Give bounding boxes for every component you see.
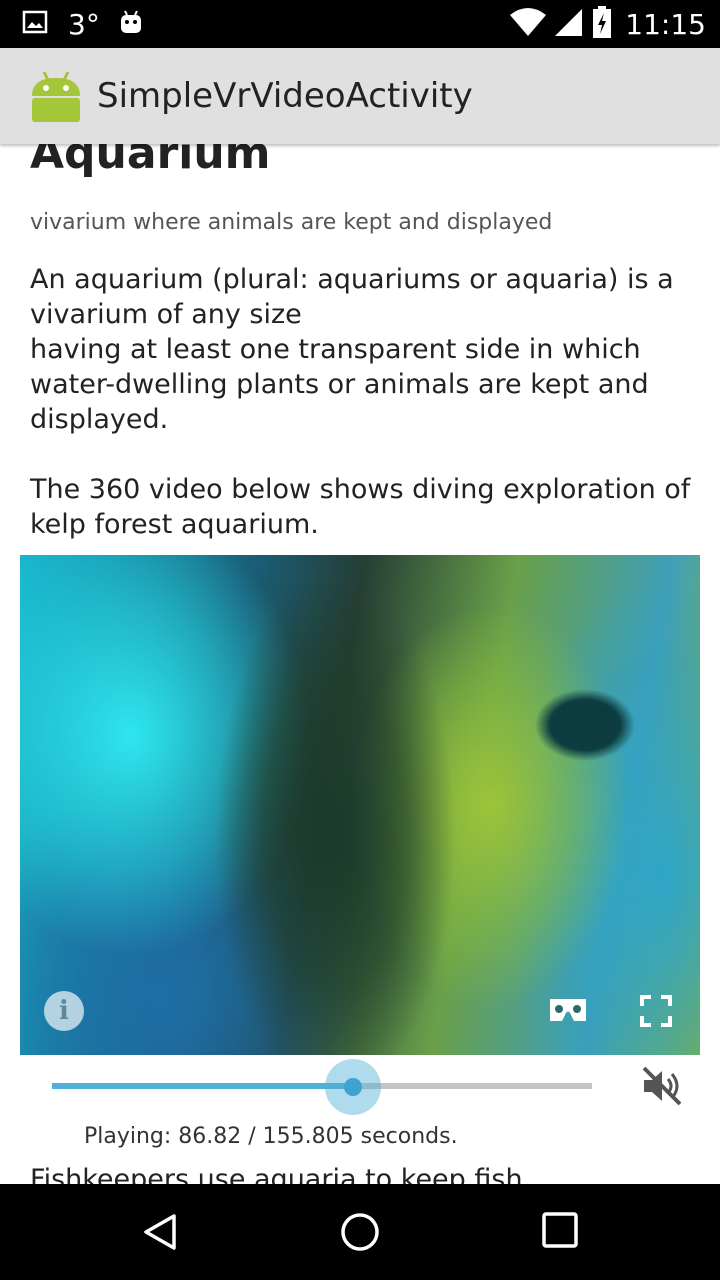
volume-mute-icon[interactable] xyxy=(640,1064,684,1112)
status-bar-right: 11:15 xyxy=(509,0,706,48)
status-bar: 3° 11:15 xyxy=(0,0,720,48)
article-heading: Aquarium xyxy=(30,144,271,179)
app-bar: SimpleVrVideoActivity xyxy=(0,48,720,144)
paragraph-line: water-dwelling plants or animals are kep… xyxy=(30,369,649,400)
paragraph-line: kelp forest aquarium. xyxy=(30,509,319,540)
app-title: SimpleVrVideoActivity xyxy=(97,76,473,116)
seek-thumb[interactable] xyxy=(343,1078,362,1096)
vr-video-view[interactable]: i xyxy=(20,555,700,1055)
content-scroll[interactable]: Aquarium vivarium where animals are kept… xyxy=(0,144,720,1184)
cardboard-icon[interactable] xyxy=(548,997,588,1027)
seek-bar-progress xyxy=(52,1083,353,1089)
recents-icon[interactable] xyxy=(542,1212,578,1252)
article-subtitle: vivarium where animals are kept and disp… xyxy=(30,210,553,235)
clock-text: 11:15 xyxy=(625,7,706,41)
temperature-text: 3° xyxy=(68,7,100,41)
seek-bar[interactable] xyxy=(52,1083,592,1089)
paragraph-line: The 360 video below shows diving explora… xyxy=(30,474,691,505)
paragraph-intro: An aquarium (plural: aquariums or aquari… xyxy=(30,262,695,437)
battery-charging-icon xyxy=(593,6,612,42)
playback-status-text: Playing: 86.82 / 155.805 seconds. xyxy=(84,1124,458,1149)
home-icon[interactable] xyxy=(340,1212,380,1256)
cell-signal-icon xyxy=(553,7,583,41)
navigation-bar xyxy=(0,1184,720,1280)
info-icon[interactable]: i xyxy=(44,991,84,1031)
paragraph-line: having at least one transparent side in … xyxy=(30,334,641,365)
paragraph-line: vivarium of any size xyxy=(30,299,302,330)
wifi-icon xyxy=(509,7,547,41)
image-notification-icon xyxy=(22,9,48,39)
android-logo-icon xyxy=(28,68,84,128)
fullscreen-icon[interactable] xyxy=(640,995,672,1031)
status-bar-left: 3° xyxy=(22,0,144,48)
paragraph-fishkeepers: Fishkeepers use aquaria to keep fish xyxy=(30,1164,523,1184)
paragraph-video-intro: The 360 video below shows diving explora… xyxy=(30,472,695,542)
android-debug-icon xyxy=(118,9,144,39)
back-icon[interactable] xyxy=(140,1212,180,1256)
paragraph-line: An aquarium (plural: aquariums or aquari… xyxy=(30,264,674,295)
paragraph-line: displayed. xyxy=(30,404,169,435)
